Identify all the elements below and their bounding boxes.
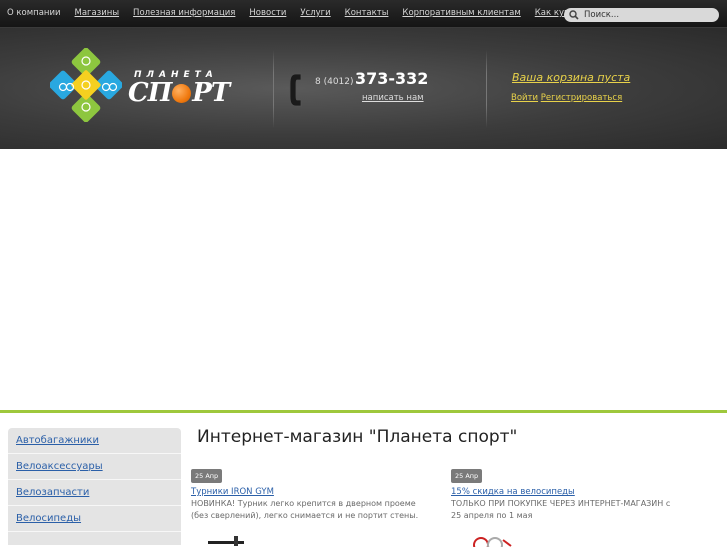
nav-item-about[interactable]: О компании (7, 8, 61, 18)
accent-divider (0, 410, 727, 413)
top-navigation-bar: О компании Магазины Полезная информация … (0, 0, 727, 28)
pullup-bar-thumbnail[interactable] (206, 532, 246, 546)
news-item: 25 Апр Турники IRON GYM НОВИНКА! Турник … (191, 463, 431, 522)
news-text: НОВИНКА! Турник легко крепится в дверном… (191, 499, 419, 520)
login-link[interactable]: Войти (511, 93, 538, 103)
nav-item-services[interactable]: Услуги (300, 8, 330, 18)
sidebar-item-bike-parts[interactable]: Велозапчасти (8, 480, 181, 506)
auth-links: Войти Регистрироваться (511, 93, 622, 103)
header-divider (273, 50, 274, 128)
logo-icon[interactable] (48, 47, 124, 126)
nav-item-news[interactable]: Новости (249, 8, 286, 18)
banner-area (0, 149, 727, 410)
search-input[interactable] (584, 10, 704, 20)
phone-prefix: 8 (4012) (315, 77, 354, 87)
news-title-link[interactable]: Турники IRON GYM (191, 487, 431, 497)
news-title-link[interactable]: 15% скидка на велосипеды (451, 487, 676, 497)
nav-item-corporate[interactable]: Корпоративным клиентам (402, 8, 520, 18)
ball-icon (172, 83, 192, 103)
logo-text-main: СП РТ (128, 78, 230, 108)
register-link[interactable]: Регистрироваться (541, 93, 622, 103)
sidebar-item-roof-racks[interactable]: Автобагажники (8, 428, 181, 454)
category-sidebar: Автобагажники Велоаксессуары Велозапчаст… (8, 428, 181, 545)
sidebar-item-bike-accessories[interactable]: Велоаксессуары (8, 454, 181, 480)
nav-item-useful-info[interactable]: Полезная информация (133, 8, 235, 18)
news-date-badge: 25 Апр (191, 469, 223, 483)
cart-status-link[interactable]: Ваша корзина пуста (512, 71, 630, 84)
nav-item-contacts[interactable]: Контакты (345, 8, 389, 18)
logo-text-left: СП (128, 78, 172, 108)
phone-number: 373-332 (355, 69, 429, 88)
phone-icon (288, 72, 310, 112)
sidebar-item-bicycles[interactable]: Велосипеды (8, 506, 181, 532)
search-icon[interactable] (568, 9, 580, 21)
news-date-badge: 25 Апр (451, 469, 483, 483)
page-title: Интернет-магазин "Планета спорт" (197, 427, 518, 447)
search-box (564, 8, 719, 22)
bicycle-thumbnail[interactable] (467, 532, 517, 551)
site-header: ПЛАНЕТА СП РТ 8 (4012) 373-332 написать … (0, 28, 727, 149)
news-text: ТОЛЬКО ПРИ ПОКУПКЕ ЧЕРЕЗ ИНТЕРНЕТ-МАГАЗИ… (451, 499, 671, 520)
main-nav: О компании Магазины Полезная информация … (0, 0, 590, 26)
nav-item-stores[interactable]: Магазины (75, 8, 120, 18)
logo-text-right: РТ (192, 78, 230, 108)
write-us-link[interactable]: написать нам (362, 93, 424, 103)
news-item: 25 Апр 15% скидка на велосипеды ТОЛЬКО П… (451, 463, 676, 522)
header-divider (486, 50, 487, 128)
